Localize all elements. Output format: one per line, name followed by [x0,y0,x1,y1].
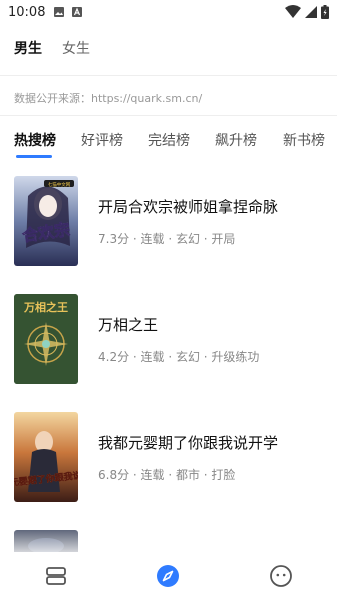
book-cover[interactable]: 七猫中文网 合欢宗 [14,176,78,266]
tab-good-reviews[interactable]: 好评榜 [81,130,123,150]
book-meta: 6.8分 · 连载 · 都市 · 打脸 [98,468,236,482]
a-notification-icon [71,3,83,22]
cover-badge: 七猫中文网 [48,181,71,188]
book-item[interactable]: 七猫中文网 合欢宗 开局合欢宗被师姐拿捏命脉 7.3分 · 连载 · 玄幻 · … [0,176,337,276]
profile-icon[interactable] [269,564,293,588]
bottom-nav [0,552,337,600]
discover-icon[interactable] [156,564,180,588]
book-item[interactable]: 元婴期了你跟我说 我都元婴期了你跟我说开学 6.8分 · 连载 · 都市 · 打… [0,412,337,512]
status-time: 10:08 [8,4,46,20]
book-title[interactable]: 开局合欢宗被师姐拿捏命脉 [98,196,278,217]
bookshelf-icon[interactable] [44,564,68,588]
active-tab-indicator [16,155,52,158]
gender-tabs: 男生 女生 [14,38,90,58]
tab-male[interactable]: 男生 [14,38,42,58]
tab-rising[interactable]: 飙升榜 [215,130,257,150]
book-cover[interactable]: 万相之王 [14,294,78,384]
wifi-icon [285,4,301,23]
book-title[interactable]: 万相之王 [98,314,158,335]
header-divider [0,75,337,76]
tab-female[interactable]: 女生 [62,38,90,58]
battery-icon [321,4,329,23]
status-icons-left [53,3,83,22]
book-meta: 7.3分 · 连载 · 玄幻 · 开局 [98,232,236,246]
source-divider [0,115,337,116]
tab-new-books[interactable]: 新书榜 [283,130,325,150]
book-item[interactable]: 万相之王 万相之王 4.2分 · 连载 · 玄幻 · 升级练功 [0,294,337,394]
tab-completed[interactable]: 完结榜 [148,130,190,150]
book-cover[interactable]: 元婴期了你跟我说 [14,412,78,502]
signal-icon [305,4,317,23]
ranking-tabs: 热搜榜 好评榜 完结榜 飙升榜 新书榜 [0,130,337,156]
data-source-note: 数据公开来源：https://quark.sm.cn/ [14,92,203,105]
status-icons-right [285,4,329,23]
tab-hot-search[interactable]: 热搜榜 [14,130,56,150]
book-meta: 4.2分 · 连载 · 玄幻 · 升级练功 [98,350,260,364]
book-title[interactable]: 我都元婴期了你跟我说开学 [98,432,278,453]
status-bar: 10:08 [0,0,337,24]
image-icon [53,3,65,22]
cover-title: 万相之王 [23,300,68,314]
